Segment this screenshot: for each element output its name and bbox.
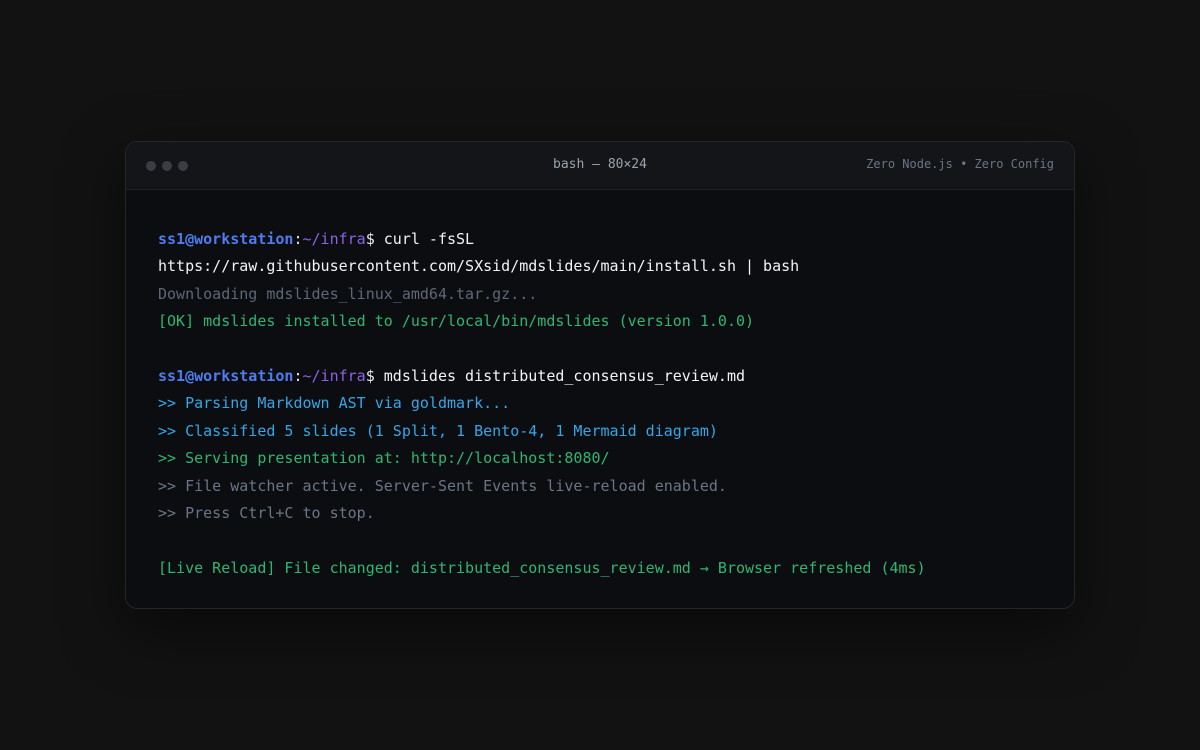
window-tagline: Zero Node.js • Zero Config [866,157,1054,171]
prompt-symbol: $ [365,230,375,248]
prompt-path: ~/infra [302,230,366,248]
command-text: mdslides distributed_consensus_review.md [374,366,746,385]
output-line-watch: >> File watcher active. Server-Sent Even… [158,476,727,495]
prompt-user: ss1@workstation [158,230,294,248]
prompt-line-1: ss1@workstation:~/infra$ curl -fsSL [158,226,1042,253]
prompt-colon: : [293,230,303,248]
terminal-output[interactable]: ss1@workstation:~/infra$ curl -fsSL http… [126,190,1074,582]
prompt-line-2: ss1@workstation:~/infra$ mdslides distri… [158,363,1042,390]
prompt-user: ss1@workstation [158,366,294,385]
output-line-stop: >> Press Ctrl+C to stop. [158,503,375,522]
prompt-symbol: $ [365,366,375,385]
output-line-reload: [Live Reload] File changed: distributed_… [158,558,926,577]
prompt-path: ~/infra [302,366,366,385]
command-text: curl -fsSL [374,230,475,248]
output-line-ok: [OK] mdslides installed to /usr/local/bi… [158,312,755,331]
terminal-window: bash — 80×24 Zero Node.js • Zero Config … [125,141,1075,609]
command-continuation: https://raw.githubusercontent.com/SXsid/… [158,257,800,276]
output-line-classify: >> Classified 5 slides (1 Split, 1 Bento… [158,421,718,440]
title-bar: bash — 80×24 Zero Node.js • Zero Config [126,142,1074,190]
prompt-colon: : [293,366,303,385]
output-line-parse: >> Parsing Markdown AST via goldmark... [158,394,511,413]
output-line-serve: >> Serving presentation at: http://local… [158,449,610,468]
output-line-download: Downloading mdslides_linux_amd64.tar.gz.… [158,284,538,303]
